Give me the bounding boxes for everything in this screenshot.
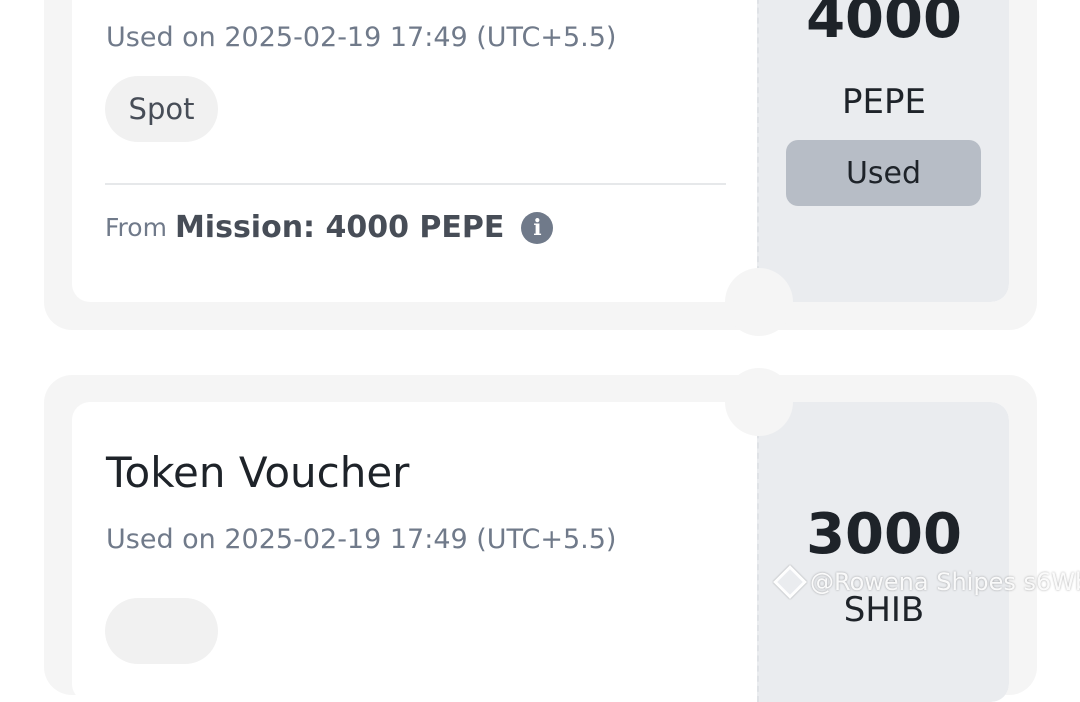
watermark-text: @Rowena Shipes s6Wb	[810, 568, 1080, 596]
voucher-card[interactable]: Used on 2025-02-19 17:49 (UTC+5.5) Spot …	[44, 0, 1037, 336]
voucher-stub: 3000 SHIB	[757, 402, 1009, 702]
voucher-card[interactable]: Token Voucher Used on 2025-02-19 17:49 (…	[44, 368, 1037, 702]
info-icon[interactable]: i	[521, 211, 554, 244]
ticket-notch	[725, 268, 793, 336]
voucher-token: PEPE	[842, 82, 926, 122]
account-type-chip	[105, 598, 218, 664]
voucher-card-body: Used on 2025-02-19 17:49 (UTC+5.5) Spot …	[72, 0, 1009, 302]
from-label: From	[105, 213, 167, 242]
voucher-card-body: Token Voucher Used on 2025-02-19 17:49 (…	[72, 402, 1009, 702]
voucher-amount: 4000	[806, 0, 962, 51]
voucher-token: SHIB	[843, 590, 925, 630]
voucher-amount: 3000	[806, 502, 962, 567]
ticket-notch	[725, 368, 793, 436]
account-type-chip: Spot	[105, 76, 218, 142]
voucher-title: Token Voucher	[106, 448, 410, 497]
binance-logo-icon	[773, 565, 807, 599]
divider	[105, 183, 726, 185]
voucher-source: Mission: 4000 PEPE	[174, 210, 505, 245]
used-status-button[interactable]: Used	[786, 140, 981, 206]
used-on-date: Used on 2025-02-19 17:49 (UTC+5.5)	[106, 22, 617, 53]
watermark: @Rowena Shipes s6Wb	[773, 565, 1080, 599]
used-on-date: Used on 2025-02-19 17:49 (UTC+5.5)	[106, 524, 617, 555]
voucher-stub: 4000 PEPE Used	[757, 0, 1009, 302]
voucher-source-row: From Mission: 4000 PEPE i	[105, 210, 554, 245]
